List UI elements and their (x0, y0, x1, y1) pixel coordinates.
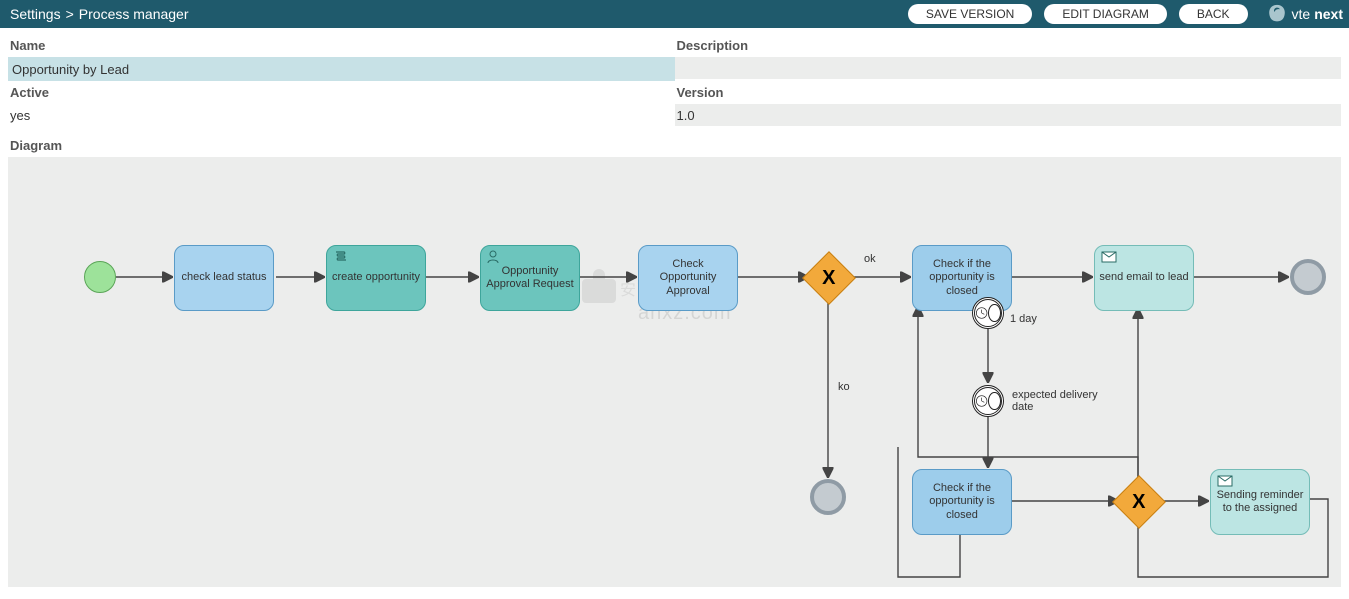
mail-icon (1217, 474, 1233, 488)
active-label: Active (8, 81, 675, 104)
task-label: Check if the opportunity is closed (917, 482, 1007, 522)
brand-logo: vtenext (1266, 3, 1343, 25)
x-icon: X (822, 266, 835, 290)
brand-icon (1266, 3, 1288, 25)
version-label: Version (675, 81, 1342, 104)
edit-diagram-button[interactable]: EDIT DIAGRAM (1044, 4, 1166, 24)
end-event-ko[interactable] (810, 479, 846, 515)
task-sending-reminder[interactable]: Sending reminder to the assigned (1210, 469, 1310, 535)
diagram-canvas[interactable]: 安下载 anxz.com check lead status create op… (8, 157, 1341, 587)
timer-intermediate[interactable] (972, 385, 1004, 417)
user-icon (487, 250, 503, 264)
start-event[interactable] (84, 261, 116, 293)
back-button[interactable]: BACK (1179, 4, 1248, 24)
task-create-opp[interactable]: create opportunity (326, 245, 426, 311)
clock-icon (975, 391, 988, 411)
task-label: Opportunity Approval Request (485, 265, 575, 291)
flow-label-ko: ko (838, 381, 850, 393)
timer-label-expected: expected delivery date (1012, 389, 1102, 413)
task-label: Check Opportunity Approval (643, 258, 733, 298)
save-version-button[interactable]: SAVE VERSION (908, 4, 1032, 24)
task-label: Check if the opportunity is closed (917, 258, 1007, 298)
task-check-closed-bot[interactable]: Check if the opportunity is closed (912, 469, 1012, 535)
name-input[interactable] (8, 57, 675, 81)
timer-boundary-1day[interactable] (972, 297, 1004, 329)
desc-label: Description (675, 34, 1342, 57)
end-event-main[interactable] (1290, 259, 1326, 295)
task-approval-req[interactable]: Opportunity Approval Request (480, 245, 580, 311)
timer-label-1day: 1 day (1010, 313, 1037, 325)
version-value: 1.0 (675, 104, 1342, 126)
desc-value (675, 57, 1342, 79)
diagram-section-label: Diagram (0, 132, 1349, 157)
brand-text-a: vte (1292, 6, 1311, 22)
name-label: Name (8, 34, 675, 57)
breadcrumb: Settings > Process manager (10, 6, 189, 22)
clock-icon (975, 303, 988, 323)
brand-text-b: next (1314, 6, 1343, 22)
breadcrumb-process[interactable]: Process manager (79, 6, 189, 22)
active-value: yes (8, 104, 675, 126)
x-icon: X (1132, 490, 1145, 514)
task-check-approval[interactable]: Check Opportunity Approval (638, 245, 738, 311)
task-label: create opportunity (332, 271, 420, 284)
script-icon (333, 250, 349, 264)
task-label: send email to lead (1099, 271, 1188, 284)
topbar: Settings > Process manager SAVE VERSION … (0, 0, 1349, 28)
task-label: Sending reminder to the assigned (1215, 489, 1305, 515)
flow-label-ok: ok (864, 253, 876, 265)
topbar-buttons: SAVE VERSION EDIT DIAGRAM BACK vtenext (908, 3, 1343, 25)
task-check-lead[interactable]: check lead status (174, 245, 274, 311)
form-area: Name Description Active yes Version 1.0 (0, 28, 1349, 132)
breadcrumb-settings[interactable]: Settings (10, 6, 61, 22)
task-label: check lead status (182, 271, 267, 284)
breadcrumb-sep: > (66, 6, 74, 22)
mail-icon (1101, 250, 1117, 264)
task-send-email[interactable]: send email to lead (1094, 245, 1194, 311)
